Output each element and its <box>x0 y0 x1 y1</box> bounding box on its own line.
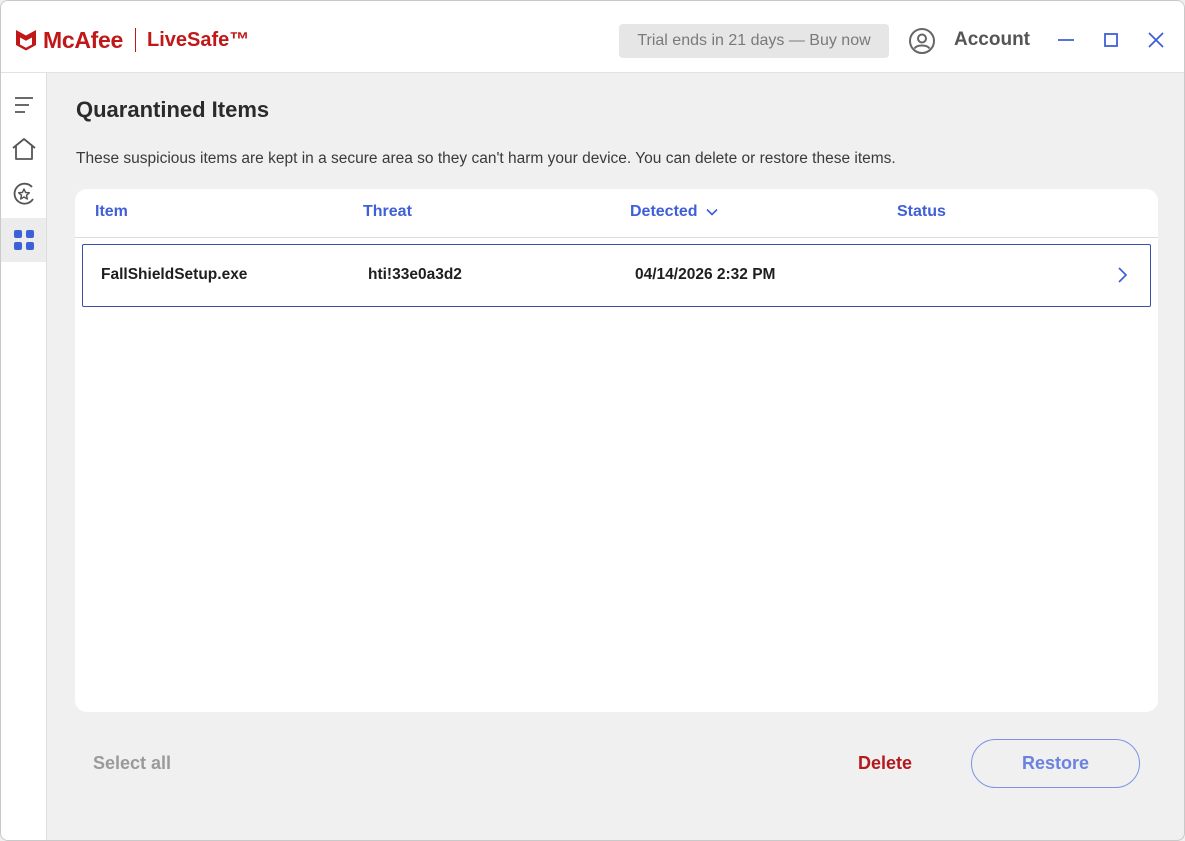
minimize-icon[interactable] <box>1055 29 1077 51</box>
sidebar-item-home[interactable] <box>1 127 46 171</box>
trial-buy-now-button[interactable]: Trial ends in 21 days — Buy now <box>619 24 889 58</box>
menu-icon <box>14 97 33 113</box>
column-header-item-label: Item <box>95 203 128 220</box>
sidebar-item-apps[interactable] <box>1 218 46 262</box>
row-item-name: FallShieldSetup.exe <box>101 266 248 283</box>
home-icon <box>11 138 36 160</box>
sidebar-menu-button[interactable] <box>1 83 46 127</box>
close-icon[interactable] <box>1145 29 1167 51</box>
column-header-status[interactable]: Status <box>897 203 946 221</box>
sidebar-item-protection[interactable] <box>1 172 46 216</box>
column-header-detected-label: Detected <box>630 203 698 220</box>
apps-grid-icon <box>13 230 34 250</box>
column-header-threat[interactable]: Threat <box>363 203 412 221</box>
sort-chevron-down-icon <box>706 208 718 216</box>
row-threat-name: hti!33e0a3d2 <box>368 266 462 283</box>
sidebar <box>1 73 47 840</box>
page-title: Quarantined Items <box>76 97 270 122</box>
app-window: McAfee LiveSafe™ Trial ends in 21 days —… <box>0 0 1185 841</box>
quarantine-table: Item Threat Detected Status FallShieldSe… <box>75 189 1158 712</box>
row-detected-date: 04/14/2026 2:32 PM <box>635 266 776 283</box>
table-row[interactable]: FallShieldSetup.exe hti!33e0a3d2 04/14/2… <box>82 244 1151 307</box>
restore-button[interactable]: Restore <box>971 739 1140 788</box>
select-all-button[interactable]: Select all <box>93 753 171 774</box>
column-header-status-label: Status <box>897 203 946 220</box>
account-icon[interactable] <box>908 27 936 55</box>
brand-name: McAfee <box>43 26 124 53</box>
maximize-icon[interactable] <box>1100 29 1122 51</box>
chevron-right-icon[interactable] <box>1114 265 1130 285</box>
brand-logo: McAfee LiveSafe™ <box>15 25 249 55</box>
mcafee-shield-icon <box>16 30 36 51</box>
delete-button[interactable]: Delete <box>858 753 912 774</box>
protection-icon <box>13 182 34 205</box>
account-button[interactable]: Account <box>954 29 1030 51</box>
product-name: LiveSafe™ <box>147 28 250 51</box>
page-description: These suspicious items are kept in a sec… <box>76 150 896 167</box>
table-header: Item Threat Detected Status <box>75 189 1158 238</box>
column-header-threat-label: Threat <box>363 203 412 220</box>
title-bar: McAfee LiveSafe™ Trial ends in 21 days —… <box>1 1 1184 73</box>
column-header-item[interactable]: Item <box>95 203 128 221</box>
brand-divider <box>135 28 137 52</box>
column-header-detected[interactable]: Detected <box>630 203 719 221</box>
